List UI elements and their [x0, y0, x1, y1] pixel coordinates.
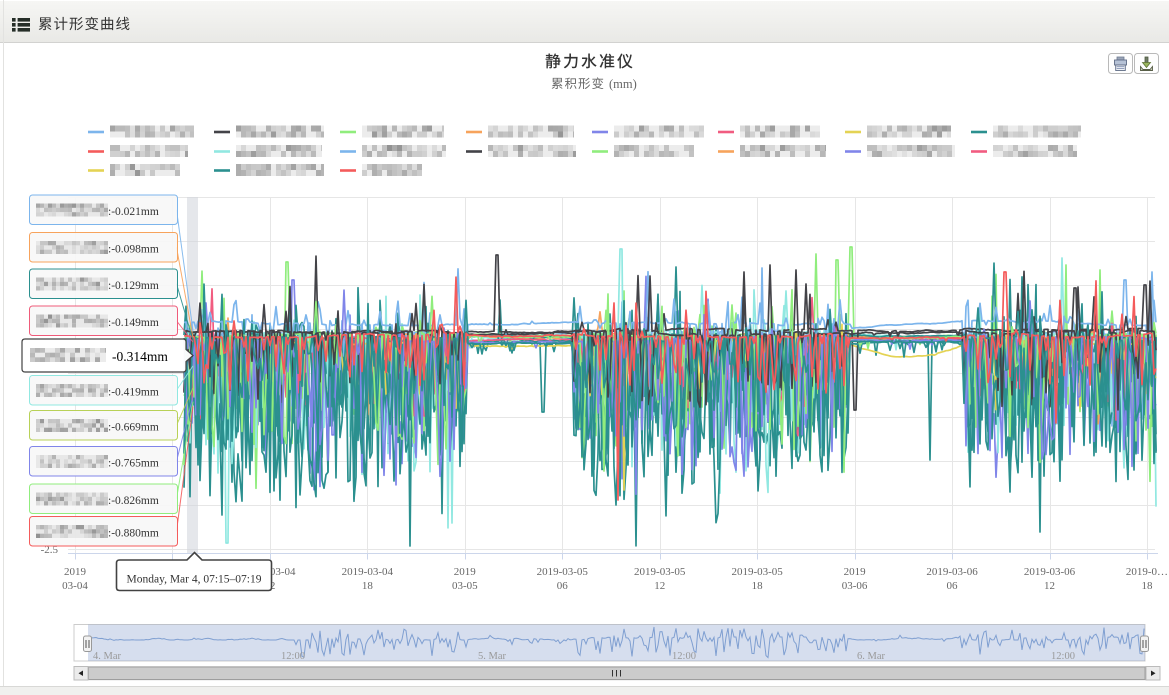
- svg-text:18: 18: [752, 580, 764, 592]
- svg-text::-0.021mm: :-0.021mm: [108, 206, 159, 218]
- svg-text::-0.880mm: :-0.880mm: [108, 528, 159, 540]
- svg-text:06: 06: [947, 580, 959, 592]
- svg-text::-0.129mm: :-0.129mm: [108, 280, 159, 292]
- svg-text:6. Mar: 6. Mar: [857, 651, 885, 662]
- svg-text:18: 18: [362, 580, 374, 592]
- svg-text::-0.826mm: :-0.826mm: [108, 495, 159, 507]
- svg-text:06: 06: [557, 580, 569, 592]
- svg-text:2019-03-05: 2019-03-05: [634, 566, 686, 578]
- svg-text:18: 18: [1141, 580, 1153, 592]
- svg-text:12:00: 12:00: [281, 651, 305, 662]
- svg-text:5. Mar: 5. Mar: [478, 651, 506, 662]
- svg-text:2019-0…: 2019-0…: [1126, 566, 1168, 578]
- svg-text::-0.765mm: :-0.765mm: [108, 458, 159, 470]
- svg-text:4. Mar: 4. Mar: [93, 651, 121, 662]
- svg-text::-0.669mm: :-0.669mm: [108, 422, 159, 434]
- svg-text:2019-03-06: 2019-03-06: [926, 566, 978, 578]
- svg-text:12: 12: [1044, 580, 1055, 592]
- svg-text:2019-03-05: 2019-03-05: [731, 566, 783, 578]
- svg-text:Monday, Mar 4, 07:15–07:19: Monday, Mar 4, 07:15–07:19: [126, 574, 261, 586]
- svg-text:-0.314mm: -0.314mm: [112, 349, 168, 364]
- svg-text:2019-03-04: 2019-03-04: [342, 566, 394, 578]
- svg-text:2019-03-06: 2019-03-06: [1024, 566, 1076, 578]
- svg-text:03-04: 03-04: [62, 580, 88, 592]
- svg-text:2019-03-05: 2019-03-05: [537, 566, 589, 578]
- svg-text::-0.149mm: :-0.149mm: [108, 317, 159, 329]
- svg-text::-0.419mm: :-0.419mm: [108, 387, 159, 399]
- svg-text::-0.098mm: :-0.098mm: [108, 244, 159, 256]
- svg-text:12:00: 12:00: [1051, 651, 1075, 662]
- svg-text:12:00: 12:00: [672, 651, 696, 662]
- svg-text:2019: 2019: [454, 566, 477, 578]
- svg-text:03-06: 03-06: [842, 580, 868, 592]
- svg-text:(mm): (mm): [609, 77, 637, 91]
- svg-text:03-05: 03-05: [452, 580, 478, 592]
- svg-text:2019: 2019: [64, 566, 87, 578]
- svg-text:2019: 2019: [844, 566, 867, 578]
- svg-text:12: 12: [654, 580, 665, 592]
